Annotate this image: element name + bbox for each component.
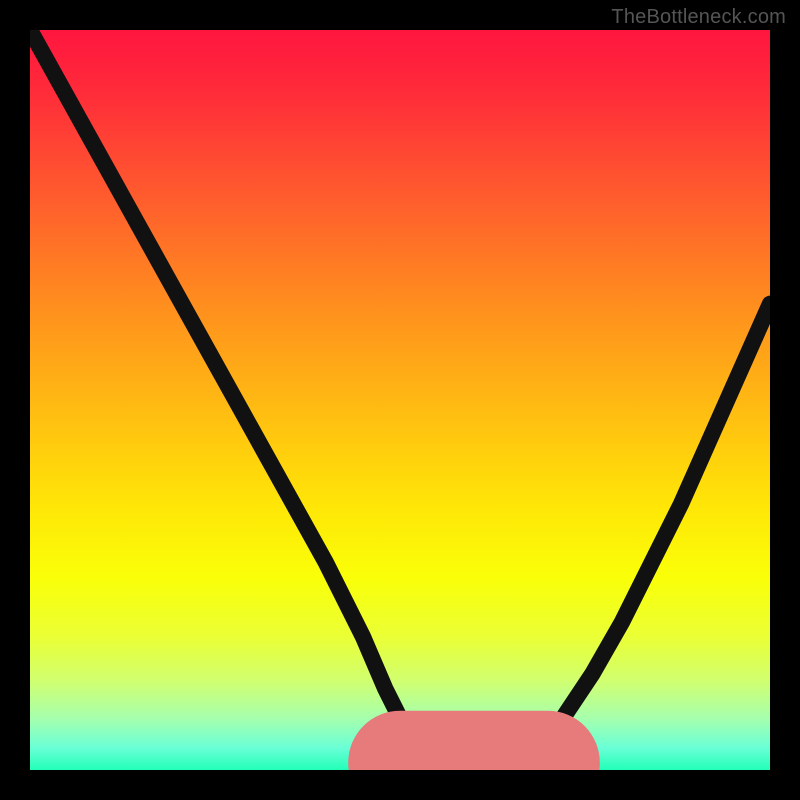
bottleneck-curve: [30, 30, 770, 766]
highlight-dot-left: [416, 750, 435, 769]
curve-layer: [30, 30, 770, 770]
chart-frame: TheBottleneck.com: [0, 0, 800, 800]
watermark-text: TheBottleneck.com: [611, 6, 786, 29]
highlight-dot-right: [527, 746, 546, 765]
plot-area: [30, 30, 770, 770]
